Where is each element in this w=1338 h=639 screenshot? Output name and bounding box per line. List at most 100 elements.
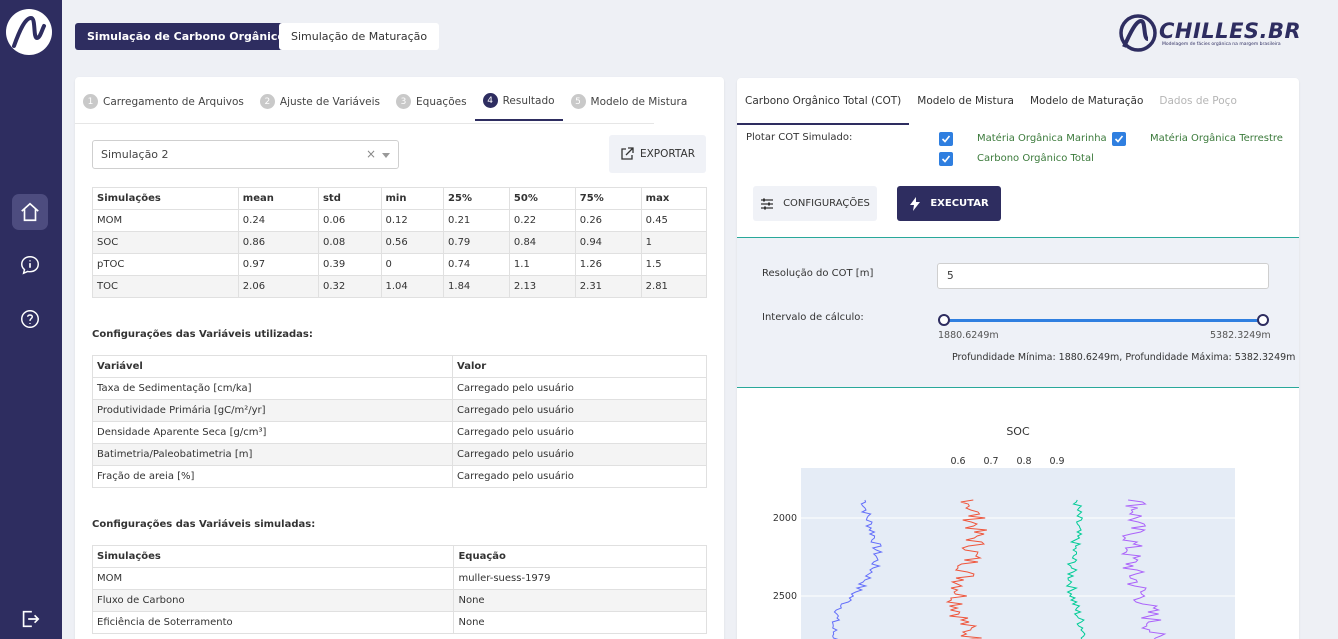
depth-range-text: Profundidade Mínima: 1880.6249m, Profund… xyxy=(952,352,1296,363)
column-header: max xyxy=(640,187,708,210)
column-header: Variável xyxy=(91,355,454,378)
table-cell: 0.39 xyxy=(317,253,382,276)
step-mixture-model[interactable]: 5 Modelo de Mistura xyxy=(570,89,696,121)
export-button[interactable]: EXPORTAR xyxy=(609,135,706,173)
table-cell: 1.26 xyxy=(574,253,642,276)
simulations-table: Simulações Equação MOM muller-suess-1979 Flu… xyxy=(91,545,707,634)
app-logo[interactable] xyxy=(6,9,52,55)
table-row: SOC 0.86 0.08 0.56 0.79 0.84 0.94 1 xyxy=(92,231,708,254)
clear-icon[interactable]: × xyxy=(366,147,376,161)
table-cell: 0 xyxy=(380,253,445,276)
marine-checkbox[interactable] xyxy=(939,132,953,146)
table-cell: 0.24 xyxy=(237,209,319,232)
table-cell: 0.94 xyxy=(574,231,642,254)
table-cell: 1.1 xyxy=(508,253,576,276)
table-cell: 0.08 xyxy=(317,231,382,254)
slider-max-handle[interactable] xyxy=(1257,314,1269,326)
plot-background xyxy=(801,468,1235,639)
chevron-down-icon[interactable] xyxy=(382,153,390,158)
table-cell: 0.06 xyxy=(317,209,382,232)
about-button[interactable] xyxy=(12,247,48,283)
step-upload[interactable]: 1 Carregamento de Arquivos xyxy=(83,89,252,121)
y-tick-label: 2000 xyxy=(773,513,797,524)
logout-button[interactable] xyxy=(12,601,48,637)
logout-icon xyxy=(22,610,40,628)
home-icon xyxy=(21,202,39,222)
external-link-icon xyxy=(621,147,634,160)
x-tick-label: 0.6 xyxy=(950,456,965,467)
step-number: 3 xyxy=(396,94,412,109)
help-button[interactable] xyxy=(12,301,48,337)
table-cell: 0.84 xyxy=(508,231,576,254)
slider-min-value: 1880.6249m xyxy=(938,330,999,341)
table-cell: 0.32 xyxy=(317,275,382,298)
step-number: 2 xyxy=(259,94,275,109)
table-row: Eficiência de Soterramento None xyxy=(91,611,707,634)
tab-maturation-simulation[interactable]: Simulação de Maturação xyxy=(279,23,440,50)
table-cell: Taxa de Sedimentação [cm/ka] xyxy=(91,377,454,400)
terrestrial-checkbox[interactable] xyxy=(1112,132,1126,146)
toc-checkbox[interactable] xyxy=(939,152,953,166)
table-cell: Fluxo de Carbono xyxy=(91,589,455,612)
check-icon xyxy=(941,135,951,143)
table-row: Produtividade Primária [gC/m²/yr] Carrega… xyxy=(91,399,707,422)
tab-maturation-model[interactable]: Modelo de Maturação xyxy=(1022,78,1151,125)
variables-table: Variável Valor Taxa de Sedimentação [cm/ka… xyxy=(91,355,707,488)
step-equations[interactable]: 3 Equações xyxy=(396,89,475,121)
tab-well-data[interactable]: Dados de Poço xyxy=(1151,78,1244,125)
table-cell: Fração de areia [%] xyxy=(91,465,454,488)
brand-logo: CHILLES.BR Modelagem de fácies orgânica … xyxy=(1118,13,1308,53)
column-header: 75% xyxy=(574,187,642,210)
resolution-input[interactable]: 5 xyxy=(937,263,1269,289)
run-button[interactable]: EXECUTAR xyxy=(897,186,1001,221)
soc-chart[interactable]: SOC 0.6 0.7 0.8 0.9 2000 2500 xyxy=(737,408,1299,639)
check-icon xyxy=(1114,135,1124,143)
step-label: Modelo de Mistura xyxy=(590,95,688,108)
brand-tagline: Modelagem de fácies orgânica na margem b… xyxy=(1162,42,1281,47)
x-tick-label: 0.9 xyxy=(1049,456,1064,467)
table-cell: 0.74 xyxy=(443,253,510,276)
tab-cot[interactable]: Carbono Orgânico Total (COT) xyxy=(737,78,910,125)
home-button[interactable] xyxy=(12,194,48,230)
table-cell: muller-suess-1979 xyxy=(453,567,707,590)
table-cell: 0.22 xyxy=(508,209,576,232)
sims-title: Configurações das Variáveis simuladas: xyxy=(92,519,316,530)
cot-card: Carbono Orgânico Total (COT) Modelo de M… xyxy=(737,78,1299,639)
interval-label: Intervalo de cálculo: xyxy=(762,312,864,323)
info-icon xyxy=(21,256,39,275)
table-cell: 1 xyxy=(640,231,708,254)
step-number: 5 xyxy=(570,94,586,109)
table-cell: Eficiência de Soterramento xyxy=(91,611,455,634)
chart-title: SOC xyxy=(1006,425,1030,438)
stats-table: Simulações mean std min 25% 50% 75% max MOM 0.24 0… xyxy=(92,187,708,298)
table-cell: 0.56 xyxy=(380,231,445,254)
step-number: 1 xyxy=(83,94,98,109)
steps-nav: 1 Carregamento de Arquivos 2 Ajuste de Var… xyxy=(83,89,703,121)
simulation-select[interactable]: Simulação 2 × xyxy=(92,140,399,169)
table-cell: Carregado pelo usuário xyxy=(452,465,707,488)
check-icon xyxy=(941,155,951,163)
sliders-icon xyxy=(761,198,774,209)
table-row: pTOC 0.97 0.39 0 0.74 1.1 1.26 1.5 xyxy=(92,253,708,276)
column-header: Equação xyxy=(453,545,707,568)
toc-label: Carbono Orgânico Total xyxy=(977,153,1094,164)
brand-mark-icon xyxy=(1119,14,1157,52)
step-label: Ajuste de Variáveis xyxy=(279,95,381,108)
steps-divider xyxy=(75,123,654,124)
slider-min-handle[interactable] xyxy=(938,314,950,326)
tab-mixture-model[interactable]: Modelo de Mistura xyxy=(909,78,1022,125)
step-result[interactable]: 4 Resultado xyxy=(474,89,563,121)
config-button[interactable]: CONFIGURAÇÕES xyxy=(753,186,877,221)
table-header: Simulações mean std min 25% 50% 75% max xyxy=(92,187,708,210)
table-cell: 2.31 xyxy=(574,275,642,298)
interval-slider[interactable] xyxy=(943,319,1263,322)
column-header: Simulações xyxy=(91,545,455,568)
table-row: Densidade Aparente Seca [g/cm³] Carregado… xyxy=(91,421,707,444)
table-cell: Produtividade Primária [gC/m²/yr] xyxy=(91,399,454,422)
table-cell: 0.21 xyxy=(443,209,510,232)
config-panel: Resolução do COT [m] 5 Intervalo de cálc… xyxy=(737,237,1299,388)
step-variables[interactable]: 2 Ajuste de Variáveis xyxy=(259,89,388,121)
marine-label: Matéria Orgânica Marinha xyxy=(977,133,1107,144)
right-tabs: Carbono Orgânico Total (COT) Modelo de M… xyxy=(737,78,1299,125)
config-label: CONFIGURAÇÕES xyxy=(783,198,870,209)
